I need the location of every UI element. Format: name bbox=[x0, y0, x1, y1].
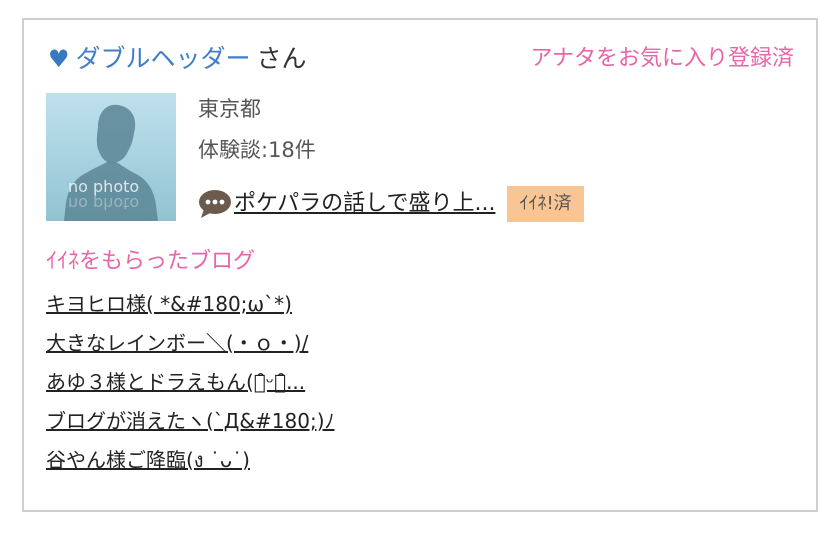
blog-link[interactable]: ブログが消えたヽ(`Д&#180;)ﾉ bbox=[46, 409, 335, 433]
list-item: キヨヒロ様( *&#180;ω`*) bbox=[46, 288, 335, 327]
honorific-label: さん bbox=[256, 44, 307, 73]
list-item: あゆ３様とドラえもん(ﾟ̑ᵕﾟ̑... bbox=[46, 366, 335, 405]
liked-blogs-heading: ｲｲﾈをもらったブログ bbox=[46, 249, 256, 274]
list-item: 大きなレインボー＼(・ｏ・)/ bbox=[46, 327, 335, 366]
blog-link[interactable]: 大きなレインボー＼(・ｏ・)/ bbox=[46, 331, 308, 355]
user-profile-card: ♥ ダブルヘッダー さん アナタをお気に入り登録済 no photo no phot… bbox=[22, 18, 818, 512]
experience-count: 体験談:18件 bbox=[198, 138, 316, 162]
profile-info: 東京都 体験談:18件 bbox=[198, 93, 316, 166]
avatar[interactable]: no photo no photo bbox=[46, 93, 176, 221]
favorite-status: アナタをお気に入り登録済 bbox=[530, 46, 794, 71]
liked-blog-list: キヨヒロ様( *&#180;ω`*) 大きなレインボー＼(・ｏ・)/ あゆ３様と… bbox=[46, 288, 335, 483]
speech-bubble-icon bbox=[198, 189, 232, 219]
heart-icon: ♥ bbox=[48, 45, 70, 73]
username-link[interactable]: ダブルヘッダー bbox=[76, 44, 251, 73]
list-item: ブログが消えたヽ(`Д&#180;)ﾉ bbox=[46, 405, 335, 444]
user-name-row: ♥ ダブルヘッダー さん bbox=[48, 42, 307, 76]
location-text: 東京都 bbox=[198, 97, 261, 121]
blog-link[interactable]: キヨヒロ様( *&#180;ω`*) bbox=[46, 292, 292, 316]
card-header: ♥ ダブルヘッダー さん アナタをお気に入り登録済 bbox=[48, 42, 794, 76]
blog-link[interactable]: あゆ３様とドラえもん(ﾟ̑ᵕﾟ̑... bbox=[46, 370, 305, 394]
like-done-badge: ｲｲﾈ!済 bbox=[507, 186, 584, 222]
blog-link[interactable]: 谷やん様ご降臨(ง ˙ᴗ˙) bbox=[46, 448, 250, 472]
list-item: 谷やん様ご降臨(ง ˙ᴗ˙) bbox=[46, 444, 335, 483]
status-row: ポケパラの話しで盛り上... ｲｲﾈ!済 bbox=[198, 186, 584, 226]
status-message-link[interactable]: ポケパラの話しで盛り上... bbox=[234, 186, 495, 222]
no-photo-reflection: no photo bbox=[68, 194, 140, 213]
